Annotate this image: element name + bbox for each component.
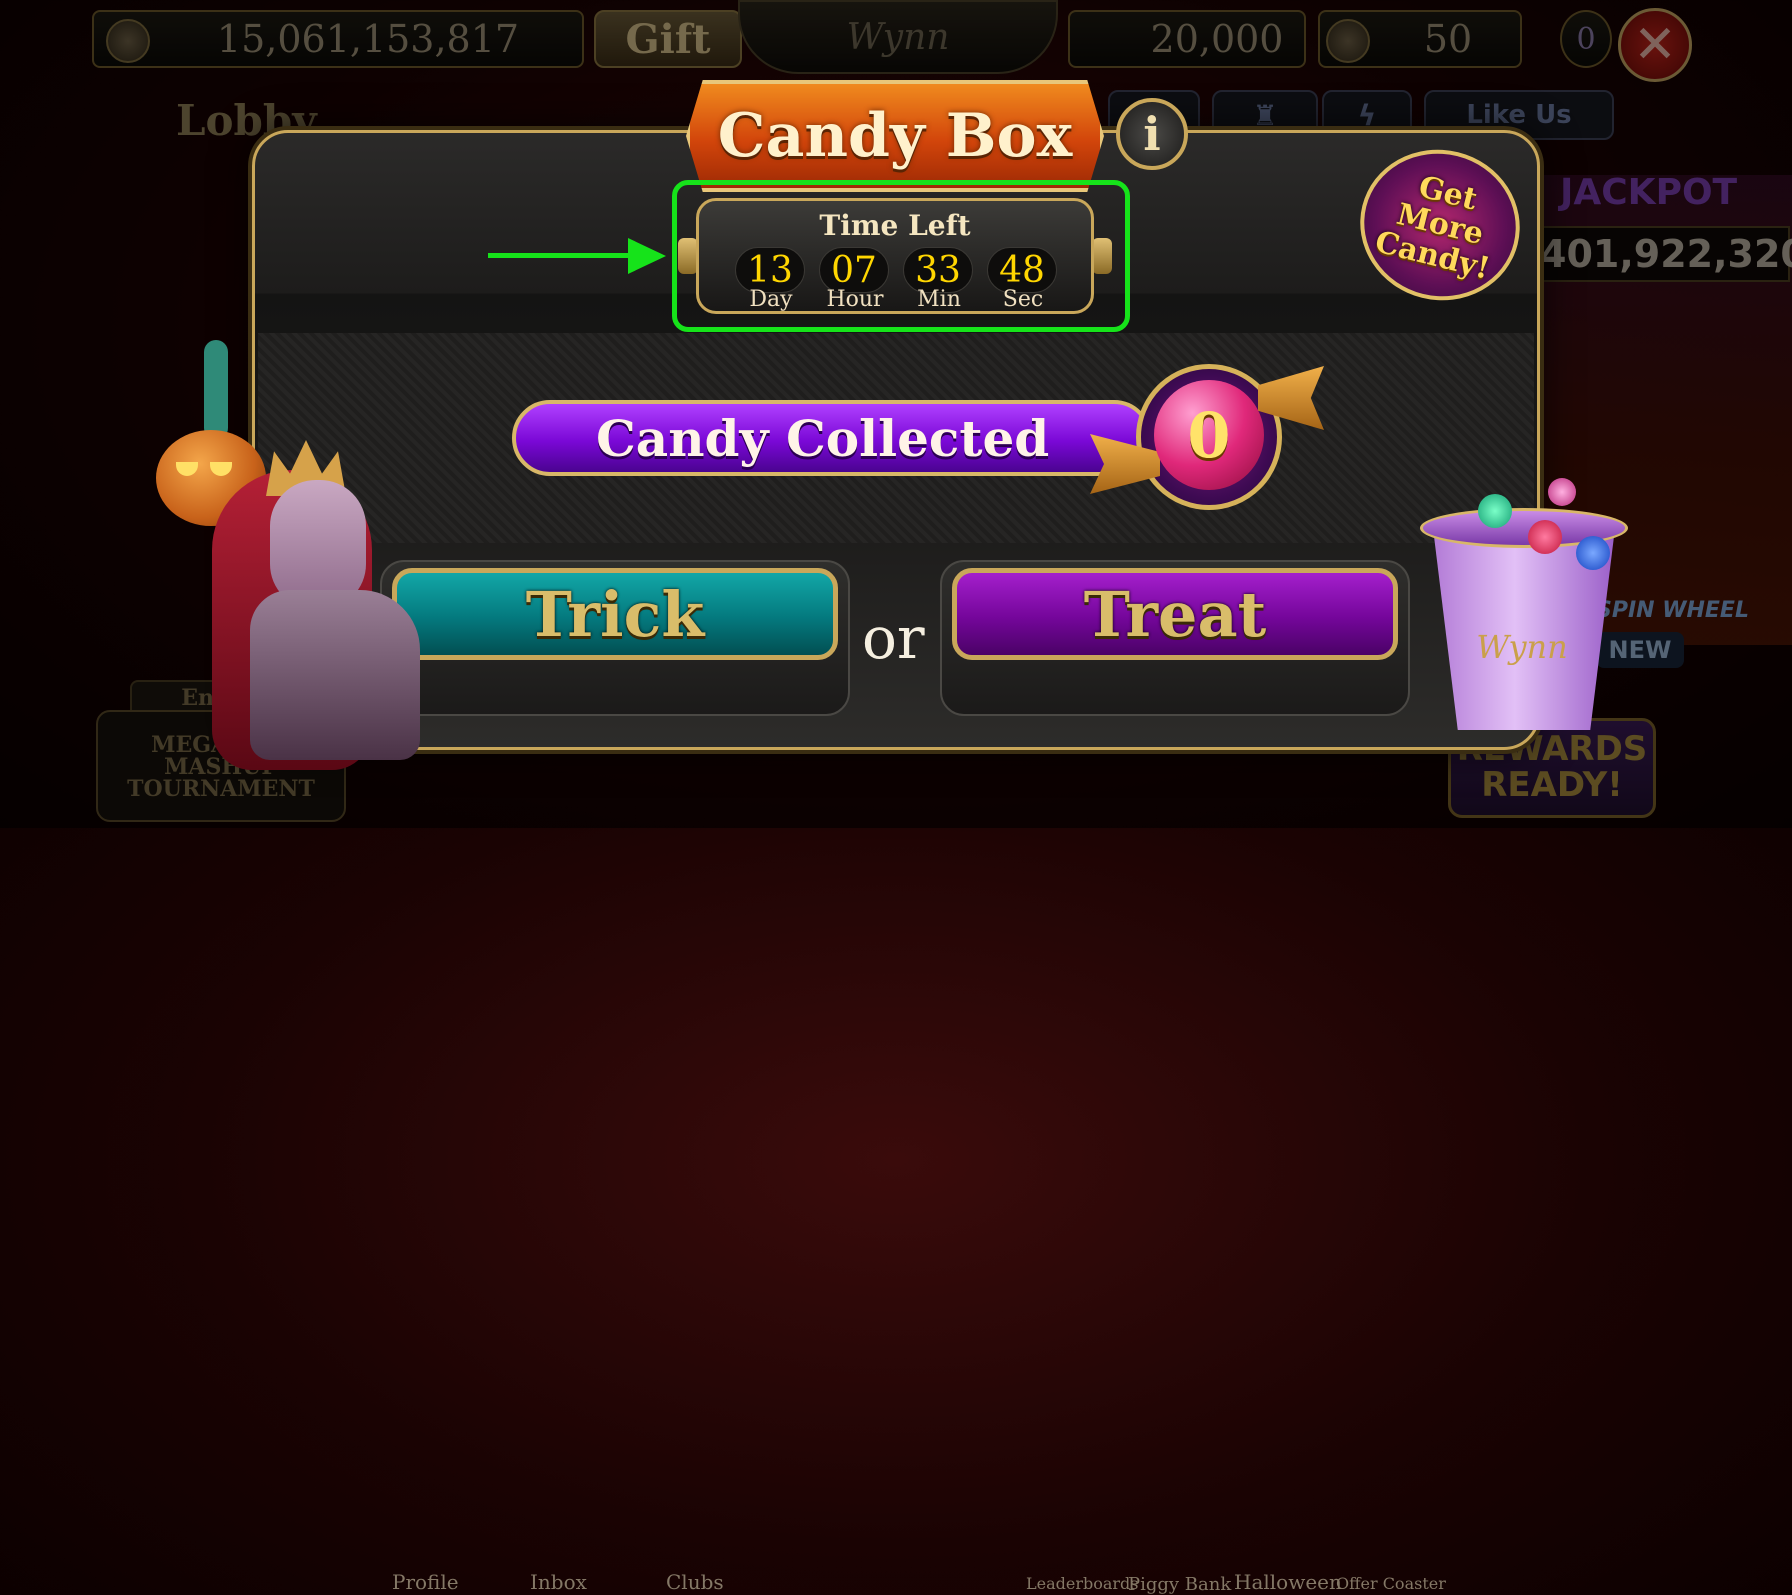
treat-label: Treat [1083,577,1267,651]
candy-count: 0 [1154,380,1264,490]
modal-title-plate: Candy Box [686,80,1104,192]
pumpkin-stem [204,340,228,440]
highlight-box [672,180,1130,332]
nav-piggy-bank[interactable]: Piggy Bank [1128,1574,1231,1595]
candy-collected-label: Candy Collected [596,408,1050,468]
info-icon: i [1143,107,1161,161]
trick-button[interactable]: Trick [392,568,838,660]
trick-label: Trick [525,577,705,651]
bucket-wynn-logo: Wynn [1476,628,1568,666]
nav-halloween[interactable]: Halloween [1234,1570,1342,1594]
candy-pink [1548,478,1576,506]
candy-collected-bar: Candy Collected [512,400,1152,476]
candy-count-value: 0 [1187,398,1231,472]
nav-profile[interactable]: Profile [392,1570,459,1594]
candy-green [1478,494,1512,528]
treat-button[interactable]: Treat [952,568,1398,660]
witch-character [250,590,420,760]
nav-clubs[interactable]: Clubs [666,1570,724,1594]
nav-offer-coaster[interactable]: Offer Coaster [1336,1574,1446,1593]
info-button[interactable]: i [1116,98,1188,170]
candy-red [1528,520,1562,554]
highlight-arrow-shaft [488,253,632,258]
highlight-arrow-icon [628,238,666,274]
or-label: or [862,604,925,672]
candy-blue [1576,536,1610,570]
modal-title: Candy Box [717,101,1073,171]
nav-inbox[interactable]: Inbox [530,1570,587,1594]
get-more-candy-label: Get More Candy! [1371,169,1494,287]
nav-leaderboards[interactable]: Leaderboards [1026,1574,1139,1593]
